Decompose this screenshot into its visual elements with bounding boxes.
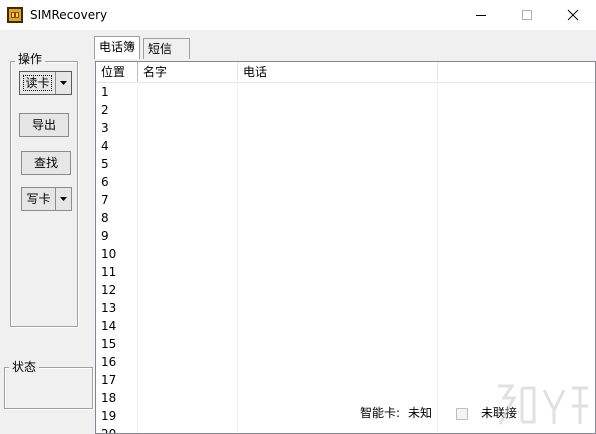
- row-position-cell: 14: [101, 319, 117, 333]
- column-header-name[interactable]: 名字: [138, 62, 238, 82]
- write-card-dropdown[interactable]: [55, 188, 71, 210]
- app-icon: [7, 7, 23, 23]
- read-card-label: 读卡: [20, 72, 55, 94]
- table-row[interactable]: 10: [96, 245, 595, 263]
- table-row[interactable]: 2: [96, 101, 595, 119]
- row-position-cell: 11: [101, 265, 117, 279]
- table-row[interactable]: 6: [96, 173, 595, 191]
- row-position-cell: 6: [101, 175, 109, 189]
- column-header-position[interactable]: 位置: [96, 62, 138, 82]
- connection-indicator: [456, 408, 468, 420]
- table-row[interactable]: 8: [96, 209, 595, 227]
- row-position-cell: 10: [101, 247, 117, 261]
- table-row[interactable]: 16: [96, 353, 595, 371]
- row-position-cell: 1: [101, 85, 109, 99]
- dropdown-arrow-icon: [60, 197, 67, 201]
- row-position-cell: 19: [101, 409, 117, 423]
- status-label: 状态: [9, 360, 40, 374]
- find-button[interactable]: 查找: [21, 151, 71, 175]
- dropdown-arrow-icon: [60, 81, 67, 85]
- row-position-cell: 13: [101, 301, 117, 315]
- row-position-cell: 7: [101, 193, 109, 207]
- table-row[interactable]: 14: [96, 317, 595, 335]
- row-position-cell: 16: [101, 355, 117, 369]
- watermark-logo: [498, 384, 588, 425]
- table-row[interactable]: 9: [96, 227, 595, 245]
- maximize-button[interactable]: [504, 0, 550, 30]
- row-position-cell: 15: [101, 337, 117, 351]
- table-row[interactable]: 12: [96, 281, 595, 299]
- close-button[interactable]: [550, 0, 596, 30]
- table-row[interactable]: 7: [96, 191, 595, 209]
- write-card-button[interactable]: 写卡: [21, 187, 72, 211]
- table-row[interactable]: 13: [96, 299, 595, 317]
- row-position-cell: 9: [101, 229, 109, 243]
- row-position-cell: 17: [101, 373, 117, 387]
- export-button[interactable]: 导出: [19, 113, 69, 137]
- row-position-cell: 8: [101, 211, 109, 225]
- title-bar: SIMRecovery: [0, 0, 596, 30]
- read-card-dropdown[interactable]: [55, 72, 71, 94]
- table-row[interactable]: 1: [96, 83, 595, 101]
- phonebook-list[interactable]: 位置 名字 电话 1 2 3 4 5 6 7 8 9 10 11 12 13 14 15 16 17 18 19 20…: [95, 61, 596, 434]
- operations-label: 操作: [15, 52, 46, 66]
- window-title: SIMRecovery: [30, 8, 108, 22]
- table-row[interactable]: 3: [96, 119, 595, 137]
- minimize-icon: [476, 15, 486, 16]
- table-row[interactable]: 11: [96, 263, 595, 281]
- maximize-icon: [522, 10, 532, 20]
- read-card-button[interactable]: 读卡: [19, 71, 72, 95]
- smart-card-value: 未知: [408, 405, 433, 421]
- row-position-cell: 5: [101, 157, 109, 171]
- minimize-button[interactable]: [458, 0, 504, 30]
- column-header-phone[interactable]: 电话: [238, 62, 438, 82]
- client-area: 操作 读卡 导出 查找 写卡 状态 电话簿 短信 位置 名字 电话 123456…: [0, 30, 596, 434]
- tab-sms[interactable]: 短信: [143, 38, 190, 59]
- table-row[interactable]: 4: [96, 137, 595, 155]
- row-position-cell: 4: [101, 139, 109, 153]
- row-position-cell: 20: [101, 427, 117, 434]
- write-card-label: 写卡: [26, 192, 51, 206]
- close-icon: [567, 9, 579, 21]
- list-header: 位置 名字 电话: [96, 62, 595, 83]
- row-position-cell: 3: [101, 121, 109, 135]
- row-position-cell: 2: [101, 103, 109, 117]
- smart-card-label: 智能卡:: [360, 405, 401, 421]
- table-row[interactable]: 15: [96, 335, 595, 353]
- table-row[interactable]: 5: [96, 155, 595, 173]
- row-position-cell: 18: [101, 391, 117, 405]
- tab-phonebook[interactable]: 电话簿: [94, 36, 141, 59]
- row-position-cell: 12: [101, 283, 117, 297]
